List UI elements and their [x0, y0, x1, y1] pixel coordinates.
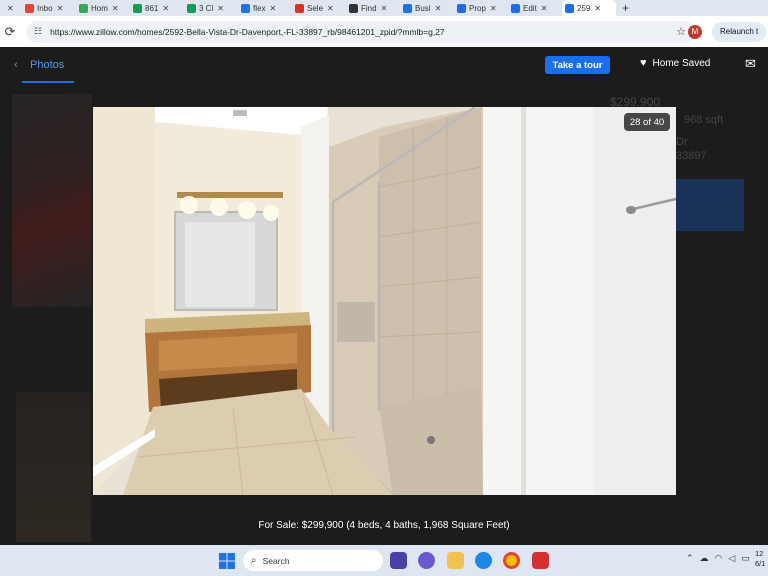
background-zip: 33897 — [676, 150, 707, 162]
app-icon — [349, 3, 358, 13]
close-icon[interactable]: ✕ — [269, 4, 276, 13]
browser-toolbar: ⟳ ☷ https://www.zillow.com/homes/2592-Be… — [0, 16, 768, 47]
bathroom-photo-illustration — [93, 107, 676, 495]
chat-icon[interactable] — [418, 552, 435, 569]
close-icon[interactable]: ✕ — [217, 4, 224, 13]
browser-tab[interactable]: Find ✕ — [346, 0, 400, 16]
drive-icon — [79, 3, 88, 13]
app-icon — [295, 3, 304, 13]
close-icon[interactable]: ✕ — [112, 4, 119, 13]
tab-label: 259 — [577, 3, 591, 13]
search-icon: ⌕ — [251, 555, 257, 566]
tab-strip: ✕ Inbo ✕ Hom ✕ 861 ✕ 3 Cl ✕ flex ✕ Sele ✕ Find ✕ Busi ✕ P… — [0, 0, 768, 16]
address-bar[interactable]: ☷ https://www.zillow.com/homes/2592-Bell… — [26, 20, 696, 43]
browser-tab[interactable]: flex ✕ — [238, 0, 292, 16]
close-icon[interactable]: ✕ — [541, 4, 548, 13]
close-icon[interactable]: ✕ — [490, 4, 497, 13]
listing-photo[interactable] — [93, 107, 676, 495]
tab-label: Prop — [469, 3, 486, 13]
mail-icon[interactable]: ✉ — [745, 56, 756, 72]
close-icon[interactable]: ✕ — [381, 4, 388, 13]
tab-label: Find — [361, 3, 377, 13]
chrome-icon[interactable] — [503, 552, 520, 569]
taskbar-search[interactable]: ⌕ Search — [243, 550, 383, 571]
tab-label: Busi — [415, 3, 431, 13]
wifi-icon[interactable]: ◠ — [715, 553, 723, 564]
tab-label: 3 Cl — [199, 3, 214, 13]
close-icon[interactable]: ✕ — [435, 4, 442, 13]
tab-label: flex — [253, 3, 266, 13]
close-icon[interactable]: ✕ — [594, 4, 601, 13]
take-a-tour-button[interactable]: Take a tour — [545, 56, 610, 74]
close-icon[interactable]: ✕ — [7, 4, 14, 13]
heart-icon: ♥ — [640, 57, 647, 69]
background-street: Dr — [676, 136, 688, 148]
active-tab-indicator — [22, 81, 74, 83]
zillow-icon — [565, 3, 574, 13]
clock-date: 6/1 — [755, 559, 766, 568]
battery-icon[interactable]: ▭ — [741, 553, 750, 564]
photo-counter: 28 of 40 — [624, 113, 670, 131]
browser-tab[interactable]: 861 ✕ — [130, 0, 184, 16]
browser-tab[interactable]: Prop ✕ — [454, 0, 508, 16]
url-text[interactable]: https://www.zillow.com/homes/2592-Bella-… — [50, 27, 676, 37]
close-icon[interactable]: ✕ — [327, 4, 334, 13]
home-saved-button[interactable]: ♥ Home Saved — [640, 57, 710, 69]
app-icon — [241, 3, 250, 13]
browser-tab[interactable]: Sele ✕ — [292, 0, 346, 16]
background-sqft: 968 sqft — [684, 114, 724, 126]
background-thumbnail — [12, 94, 92, 307]
taskbar-clock[interactable]: 12 6/1 — [755, 549, 765, 569]
volume-icon[interactable]: ◁ — [728, 553, 735, 564]
sheets-icon — [187, 3, 196, 13]
app-icon[interactable] — [532, 552, 549, 569]
chevron-up-icon[interactable]: ⌃ — [686, 553, 694, 564]
bookmark-star-icon[interactable]: ☆ — [676, 25, 686, 38]
teams-icon[interactable] — [390, 552, 407, 569]
profile-avatar[interactable]: M — [688, 24, 702, 39]
tab-label: Inbo — [37, 3, 53, 13]
reload-icon[interactable]: ⟳ — [0, 24, 20, 40]
windows-start-icon[interactable] — [219, 553, 235, 569]
zillow-photo-viewer: $299,900 968 sqft Dr 33897 ‹ Photos Take… — [0, 47, 768, 545]
close-icon[interactable]: ✕ — [162, 4, 169, 13]
browser-tab[interactable]: Edit ✕ — [508, 0, 562, 16]
search-placeholder: Search — [262, 555, 290, 566]
edge-icon[interactable] — [475, 552, 492, 569]
system-tray: ⌃ ☁ ◠ ◁ ▭ — [686, 553, 750, 564]
cloud-icon[interactable]: ☁ — [700, 553, 709, 564]
listing-caption: For Sale: $299,900 (4 beds, 4 baths, 1,9… — [258, 520, 510, 531]
relaunch-button[interactable]: Relaunch t — [712, 21, 767, 42]
back-arrow-icon[interactable]: ‹ — [14, 59, 18, 71]
browser-tab[interactable]: 3 Cl ✕ — [184, 0, 238, 16]
browser-tab[interactable]: 259 ✕ — [562, 0, 616, 16]
tab-photos[interactable]: Photos — [30, 59, 64, 71]
zillow-icon — [511, 3, 520, 13]
tab-label: Hom — [91, 3, 108, 13]
new-tab-icon[interactable]: + — [622, 1, 629, 15]
tab-label: Edit — [523, 3, 537, 13]
background-tour-panel — [676, 179, 744, 231]
gmail-icon — [25, 3, 34, 13]
sheets-icon — [133, 3, 142, 13]
tab-label: 861 — [145, 3, 159, 13]
browser-tab[interactable]: Busi ✕ — [400, 0, 454, 16]
tab-label: Sele — [307, 3, 324, 13]
home-saved-label: Home Saved — [652, 57, 711, 69]
clock-time: 12 — [755, 549, 764, 558]
zillow-icon — [457, 3, 466, 13]
browser-tab[interactable]: ✕ — [0, 0, 22, 16]
site-info-icon[interactable]: ☷ — [34, 26, 42, 37]
browser-tab[interactable]: Inbo ✕ — [22, 0, 76, 16]
close-icon[interactable]: ✕ — [57, 4, 64, 13]
windows-taskbar: ⌕ Search ⌃ ☁ ◠ ◁ ▭ 12 6/1 — [0, 545, 768, 576]
browser-tab[interactable]: Hom ✕ — [76, 0, 130, 16]
file-explorer-icon[interactable] — [447, 552, 464, 569]
app-icon — [403, 3, 412, 13]
